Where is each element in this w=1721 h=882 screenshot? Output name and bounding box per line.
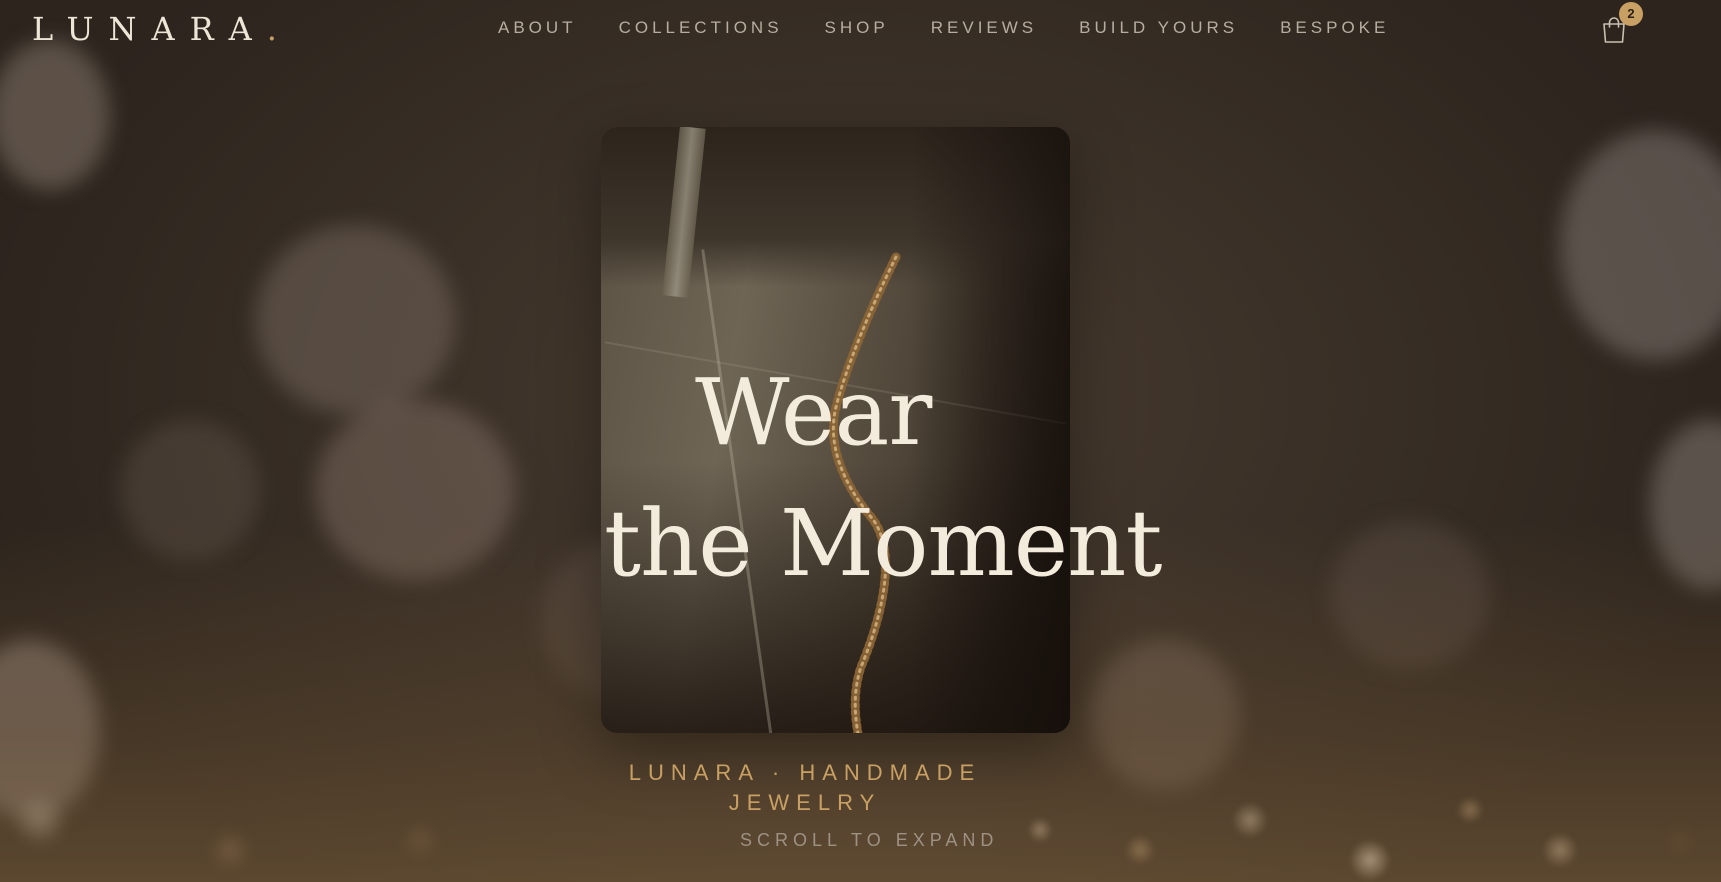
- cart-button[interactable]: 2: [1601, 2, 1643, 44]
- scroll-to-expand-hint[interactable]: SCROLL TO EXPAND: [740, 830, 998, 851]
- logo-text: LUNARA: [32, 10, 267, 48]
- nav-about[interactable]: ABOUT: [498, 18, 577, 38]
- hero-headline-line-1: Wear: [695, 358, 932, 466]
- nav-collections[interactable]: COLLECTIONS: [619, 18, 783, 38]
- hero-tagline: LUNARA · HANDMADE JEWELRY: [628, 760, 982, 815]
- nav-shop[interactable]: SHOP: [825, 18, 889, 38]
- nav-build-yours[interactable]: BUILD YOURS: [1079, 18, 1238, 38]
- nav-bespoke[interactable]: BESPOKE: [1280, 18, 1389, 38]
- nav-reviews[interactable]: REVIEWS: [931, 18, 1037, 38]
- logo-dot: .: [266, 10, 277, 48]
- cart-count-badge: 2: [1619, 2, 1643, 26]
- logo[interactable]: LUNARA.: [32, 10, 277, 48]
- site-header: LUNARA. ABOUT COLLECTIONS SHOP REVIEWS B…: [0, 0, 1721, 62]
- hero-headline-line-2: the Moment: [604, 489, 1162, 597]
- main-nav: ABOUT COLLECTIONS SHOP REVIEWS BUILD YOU…: [498, 18, 1431, 38]
